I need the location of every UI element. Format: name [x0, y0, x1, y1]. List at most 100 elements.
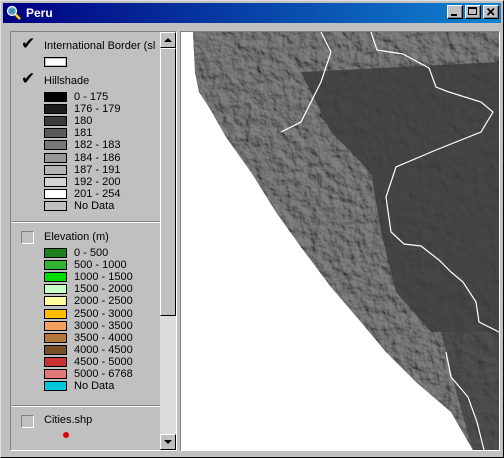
legend-label: 4000 - 4500: [74, 343, 133, 356]
legend-item: 201 - 254: [44, 188, 120, 200]
legend-swatch: [44, 272, 67, 283]
legend-label: 500 - 1000: [74, 259, 127, 272]
table-of-contents[interactable]: ✔ International Border (sl ✔ Hillshade 0…: [10, 31, 177, 451]
legend-item: 181: [44, 127, 92, 139]
close-button[interactable]: [483, 5, 499, 19]
close-icon: [486, 7, 495, 16]
legend-item: 176 - 179: [44, 103, 120, 115]
toc-scrollbar[interactable]: [160, 32, 176, 450]
legend-label: 176 - 179: [74, 103, 121, 116]
legend-label: 3000 - 3500: [74, 319, 133, 332]
checkmark-icon: ✔: [21, 69, 36, 89]
legend-item: 1500 - 2000: [44, 283, 133, 295]
legend-swatch: [44, 128, 67, 139]
legend-swatch: [44, 296, 67, 307]
legend-label: 2000 - 2500: [74, 295, 133, 308]
legend-swatch: [44, 200, 67, 211]
arrow-up-icon: [164, 38, 172, 42]
legend-swatch: [44, 356, 67, 367]
legend-item: 184 - 186: [44, 152, 120, 164]
minimize-icon: [451, 14, 457, 16]
legend-label: 0 - 500: [74, 247, 109, 259]
toc-content: ✔ International Border (sl ✔ Hillshade 0…: [12, 33, 160, 449]
city-point-symbol: [63, 432, 69, 438]
maximize-icon: [468, 7, 477, 15]
legend-item: 180: [44, 115, 92, 127]
legend-item: 187 - 191: [44, 164, 120, 176]
legend-label: 192 - 200: [74, 175, 121, 188]
legend-swatch: [44, 369, 67, 379]
legend-label: 180: [74, 115, 93, 128]
legend-swatch: [44, 164, 67, 175]
layer-visibility-checkbox[interactable]: ✔: [21, 69, 36, 89]
map-window: Peru ✔ International Border (sl ✔ Hillsh…: [0, 0, 504, 458]
border-line-symbol: [44, 57, 67, 67]
legend-swatch: [44, 381, 67, 392]
legend-swatch: [44, 104, 67, 115]
legend-item: 2000 - 2500: [44, 295, 133, 307]
legend-label: 181: [74, 127, 93, 140]
legend-item: 5000 - 6768: [44, 368, 133, 380]
title-bar[interactable]: Peru: [3, 3, 501, 23]
layer-name: Elevation (m): [44, 231, 109, 243]
legend-swatch: [44, 176, 67, 187]
legend-label: 201 - 254: [74, 187, 121, 200]
legend-item: 192 - 200: [44, 176, 120, 188]
legend-item: No Data: [44, 200, 114, 212]
legend-label: 187 - 191: [74, 163, 121, 176]
scroll-up-button[interactable]: [160, 32, 176, 48]
layer-hillshade[interactable]: ✔ Hillshade 0 - 175 176 - 179 180 181 182 - …: [12, 69, 160, 212]
toc-divider: [12, 405, 160, 407]
legend-swatch: [44, 188, 67, 199]
legend-item: No Data: [44, 380, 114, 392]
window-title: Peru: [26, 6, 53, 20]
map-display[interactable]: [180, 31, 500, 451]
arrow-down-icon: [164, 440, 172, 444]
toc-divider: [12, 221, 160, 223]
legend-swatch: [44, 92, 67, 102]
layer-international-border[interactable]: ✔ International Border (sl: [12, 34, 160, 67]
legend-item: 3500 - 4000: [44, 332, 133, 344]
legend-item: 0 - 175: [44, 91, 108, 103]
legend-label: 182 - 183: [74, 139, 121, 152]
layer-cities[interactable]: Cities.shp: [12, 413, 160, 438]
legend-label: No Data: [74, 199, 115, 212]
legend-swatch: [44, 308, 67, 319]
layer-visibility-checkbox[interactable]: [21, 231, 34, 244]
legend-item: 500 - 1000: [44, 259, 127, 271]
legend-swatch: [44, 260, 67, 271]
legend-item: 1000 - 1500: [44, 271, 133, 283]
legend-swatch: [44, 332, 67, 343]
legend-swatch: [44, 140, 67, 151]
layer-elevation[interactable]: Elevation (m) 0 - 500 500 - 1000 1000 - 15…: [12, 229, 160, 392]
minimize-button[interactable]: [447, 5, 463, 19]
layer-visibility-checkbox[interactable]: ✔: [21, 34, 36, 54]
legend-label: 184 - 186: [74, 151, 121, 164]
layer-visibility-checkbox[interactable]: [21, 415, 34, 428]
maximize-button[interactable]: [465, 5, 481, 19]
legend-item: 3000 - 3500: [44, 320, 133, 332]
scroll-down-button[interactable]: [160, 434, 176, 450]
legend-swatch: [44, 284, 67, 295]
legend-label: 1000 - 1500: [74, 271, 133, 284]
layer-name: International Border (sl: [44, 40, 156, 52]
legend-item: 182 - 183: [44, 139, 120, 151]
scroll-thumb[interactable]: [160, 48, 176, 316]
legend-swatch: [44, 248, 67, 258]
legend-label: No Data: [74, 380, 115, 393]
legend-item: 4500 - 5000: [44, 356, 133, 368]
legend-label: 0 - 175: [74, 91, 109, 103]
legend-label: 3500 - 4000: [74, 331, 133, 344]
legend-item: 0 - 500: [44, 247, 108, 259]
legend-swatch: [44, 152, 67, 163]
legend-item: 4000 - 4500: [44, 344, 133, 356]
legend-swatch: [44, 344, 67, 355]
window-controls: [447, 5, 499, 19]
map-canvas[interactable]: [181, 32, 499, 450]
legend-item: 2500 - 3000: [44, 308, 133, 320]
legend-swatch: [44, 116, 67, 127]
checkmark-icon: ✔: [21, 34, 36, 54]
layer-name: Cities.shp: [44, 414, 93, 426]
legend-label: 1500 - 2000: [74, 283, 133, 296]
legend-swatch: [44, 320, 67, 331]
